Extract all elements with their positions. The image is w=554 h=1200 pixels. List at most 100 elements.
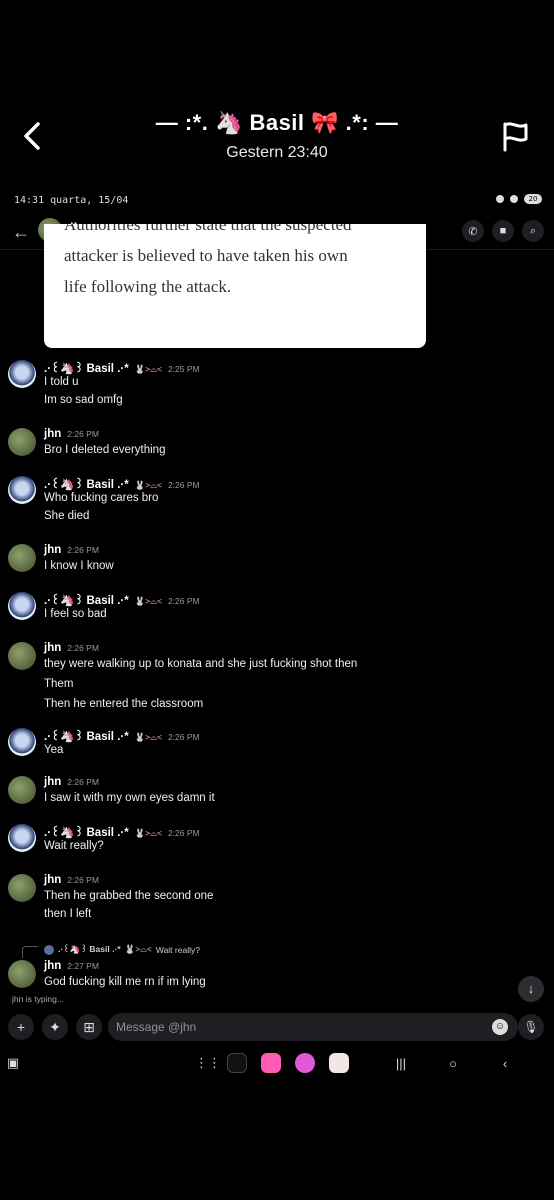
message-meta: jhn 2:26 PM xyxy=(44,428,99,442)
message-text: I told u xyxy=(44,376,79,388)
message-author[interactable]: .·꒰🦄꒱ Basil .·* xyxy=(44,360,129,375)
reply-text: Wait really? xyxy=(155,944,200,955)
status-icons: 20 xyxy=(496,194,542,204)
message-timestamp: 2:26 PM xyxy=(67,545,99,555)
gift-icon[interactable]: ⊞ xyxy=(76,1014,102,1040)
reply-connector xyxy=(22,946,38,958)
message-meta: .·꒰🦄꒱ Basil .·* 🐰>⌓< 2:26 PM xyxy=(44,592,200,607)
message-timestamp: 2:26 PM xyxy=(167,828,200,838)
message-text: God fucking kill me rn if im lying xyxy=(44,976,206,988)
avatar[interactable] xyxy=(8,592,36,620)
avatar xyxy=(44,944,54,955)
search-icon[interactable]: ⌕ xyxy=(522,220,544,242)
message-author[interactable]: .·꒰🦄꒱ Basil .·* xyxy=(44,728,129,743)
message-timestamp: 2:26 PM xyxy=(67,429,99,439)
dnd-icon xyxy=(496,195,504,203)
quote-line: Authorities further state that the suspe… xyxy=(64,224,352,234)
message-author[interactable]: jhn xyxy=(44,776,61,788)
reply-preview[interactable]: .·꒰🦄꒱ Basil .·* 🐰>⌓< Wait really? xyxy=(44,944,200,955)
message-timestamp: 2:26 PM xyxy=(167,732,200,742)
app-drawer-icon[interactable]: ⋮⋮ xyxy=(195,1052,221,1074)
browser-app-icon[interactable] xyxy=(294,1052,316,1074)
system-nav-bar: ▣ ⋮⋮ ||| ○ ‹ xyxy=(0,1048,554,1080)
emoji-icon[interactable]: ☺ xyxy=(492,1019,508,1035)
back-icon[interactable]: ‹ xyxy=(498,1052,512,1074)
message-meta: .·꒰🦄꒱ Basil .·* 🐰>⌓< 2:25 PM xyxy=(44,360,200,375)
avatar[interactable] xyxy=(8,824,36,852)
photo-app-icon[interactable] xyxy=(328,1052,350,1074)
battery-icon: 20 xyxy=(524,194,542,204)
arrow-left-icon[interactable]: ← xyxy=(12,222,30,243)
mail-app-icon[interactable] xyxy=(260,1052,282,1074)
message-meta: jhn 2:26 PM xyxy=(44,874,99,888)
message-timestamp: 2:26 PM xyxy=(67,643,99,653)
message-meta: jhn 2:26 PM xyxy=(44,544,99,558)
viewer-timestamp: Gestern 23:40 xyxy=(226,144,328,161)
message-meta: jhn 2:26 PM xyxy=(44,642,99,656)
message-text: Im so sad omfg xyxy=(44,394,123,406)
message-meta: .·꒰🦄꒱ Basil .·* 🐰>⌓< 2:26 PM xyxy=(44,728,200,743)
avatar[interactable] xyxy=(8,476,36,504)
tiktok-app-icon[interactable] xyxy=(226,1052,248,1074)
message-text: they were walking up to konata and she j… xyxy=(44,658,358,670)
message-text: I saw it with my own eyes damn it xyxy=(44,792,215,804)
message-author[interactable]: jhn xyxy=(44,960,61,972)
message-timestamp: 2:26 PM xyxy=(167,480,200,490)
composer: + ✦ ⊞ Message @jhn ☺ 🎙 xyxy=(0,1012,554,1044)
mic-icon[interactable]: 🎙 xyxy=(518,1014,544,1040)
author-badge: 🐰>⌓< xyxy=(134,480,162,490)
message-author[interactable]: jhn xyxy=(44,428,61,440)
avatar[interactable] xyxy=(8,874,36,902)
message-text: I know I know xyxy=(44,560,114,572)
message-meta: jhn 2:27 PM xyxy=(44,960,99,974)
avatar[interactable] xyxy=(8,960,36,988)
message-author[interactable]: .·꒰🦄꒱ Basil .·* xyxy=(44,476,129,491)
message-input[interactable]: Message @jhn xyxy=(108,1013,518,1041)
message-text: then I left xyxy=(44,908,92,920)
quote-line: life following the attack. xyxy=(64,277,232,296)
video-icon[interactable]: ■ xyxy=(492,220,514,242)
avatar[interactable] xyxy=(8,428,36,456)
phone-icon[interactable]: ✆ xyxy=(462,220,484,242)
status-bar: 14:31 quarta, 15/04 20 xyxy=(0,190,554,212)
message-text: She died xyxy=(44,510,90,522)
wifi-icon xyxy=(510,195,518,203)
author-badge: 🐰>⌓< xyxy=(134,596,162,606)
viewer-header: — :*. 🦄 Basil 🎀 .*: — Gestern 23:40 xyxy=(0,0,554,190)
plus-icon[interactable]: + xyxy=(8,1014,34,1040)
chat-actions: ✆ ■ ⌕ xyxy=(462,220,544,242)
message-timestamp: 2:26 PM xyxy=(167,596,200,606)
message-timestamp: 2:27 PM xyxy=(67,961,99,971)
apps-icon[interactable]: ✦ xyxy=(42,1014,68,1040)
message-text: Bro I deleted everything xyxy=(44,444,166,456)
status-time-date: 14:31 quarta, 15/04 xyxy=(14,195,129,206)
accessibility-icon[interactable]: ▣ xyxy=(6,1052,20,1074)
message-author[interactable]: .·꒰🦄꒱ Basil .·* xyxy=(44,824,129,839)
recents-icon[interactable]: ||| xyxy=(392,1052,410,1074)
message-text: Them xyxy=(44,678,74,690)
avatar[interactable] xyxy=(8,642,36,670)
reply-author: .·꒰🦄꒱ Basil .·* xyxy=(58,944,121,954)
message-author[interactable]: .·꒰🦄꒱ Basil .·* xyxy=(44,592,129,607)
typing-indicator: jhn is typing... xyxy=(12,994,64,1004)
viewer-title: — :*. 🦄 Basil 🎀 .*: — xyxy=(155,110,399,135)
message-author[interactable]: jhn xyxy=(44,642,61,654)
avatar[interactable] xyxy=(8,360,36,388)
author-badge: 🐰>⌓< xyxy=(134,828,162,838)
arrow-down-icon[interactable]: ↓ xyxy=(518,976,544,1002)
message-author[interactable]: jhn xyxy=(44,874,61,886)
message-meta: jhn 2:26 PM xyxy=(44,776,99,790)
message-text: Then he entered the classroom xyxy=(44,698,204,710)
home-icon[interactable]: ○ xyxy=(444,1052,462,1074)
author-badge: 🐰>⌓< xyxy=(134,732,162,742)
embedded-screenshot: 14:31 quarta, 15/04 20 ← jhn › ✆ ■ ⌕ Aut… xyxy=(0,190,554,1080)
avatar[interactable] xyxy=(8,544,36,572)
message-meta: .·꒰🦄꒱ Basil .·* 🐰>⌓< 2:26 PM xyxy=(44,476,200,491)
author-badge: 🐰>⌓< xyxy=(134,364,162,374)
avatar[interactable] xyxy=(8,728,36,756)
avatar[interactable] xyxy=(8,776,36,804)
message-timestamp: 2:25 PM xyxy=(167,364,200,374)
message-text: I feel so bad xyxy=(44,608,107,620)
flag-icon[interactable] xyxy=(500,120,530,152)
message-author[interactable]: jhn xyxy=(44,544,61,556)
